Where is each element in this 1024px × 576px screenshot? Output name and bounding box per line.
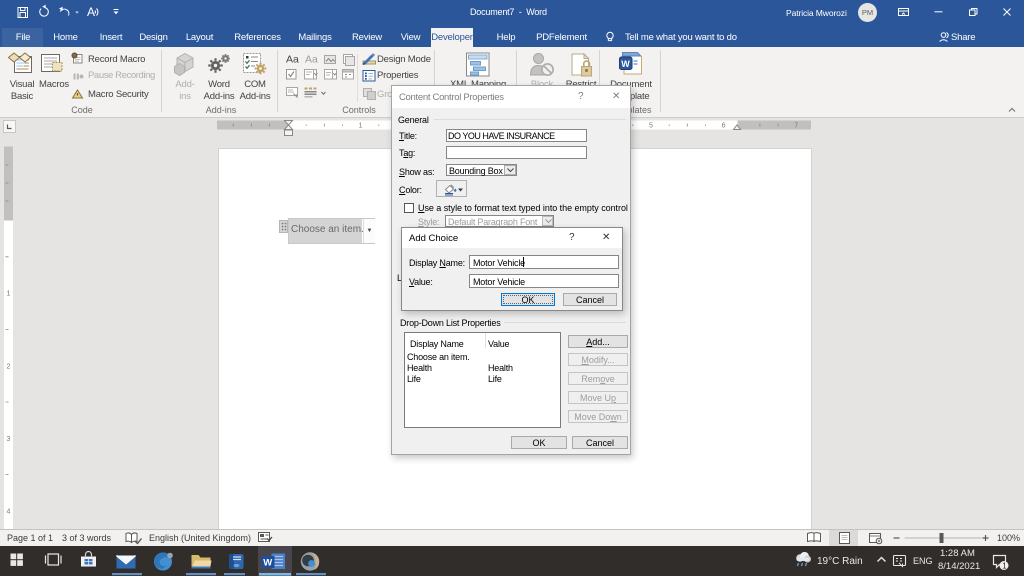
svg-text:7: 7: [794, 123, 798, 130]
svg-text:1: 1: [359, 123, 363, 130]
svg-text:5: 5: [649, 123, 653, 130]
svg-text:W: W: [263, 558, 272, 569]
svg-text:4: 4: [7, 509, 11, 516]
svg-text:1: 1: [7, 291, 11, 298]
svg-text:2: 2: [7, 363, 11, 370]
svg-text:A: A: [87, 5, 95, 19]
svg-text:W: W: [621, 59, 630, 69]
svg-text:Aa: Aa: [286, 54, 299, 66]
svg-text:3: 3: [7, 436, 11, 443]
svg-text:6: 6: [722, 123, 726, 130]
svg-text:1: 1: [1002, 562, 1007, 571]
svg-text:Aa: Aa: [305, 54, 318, 66]
